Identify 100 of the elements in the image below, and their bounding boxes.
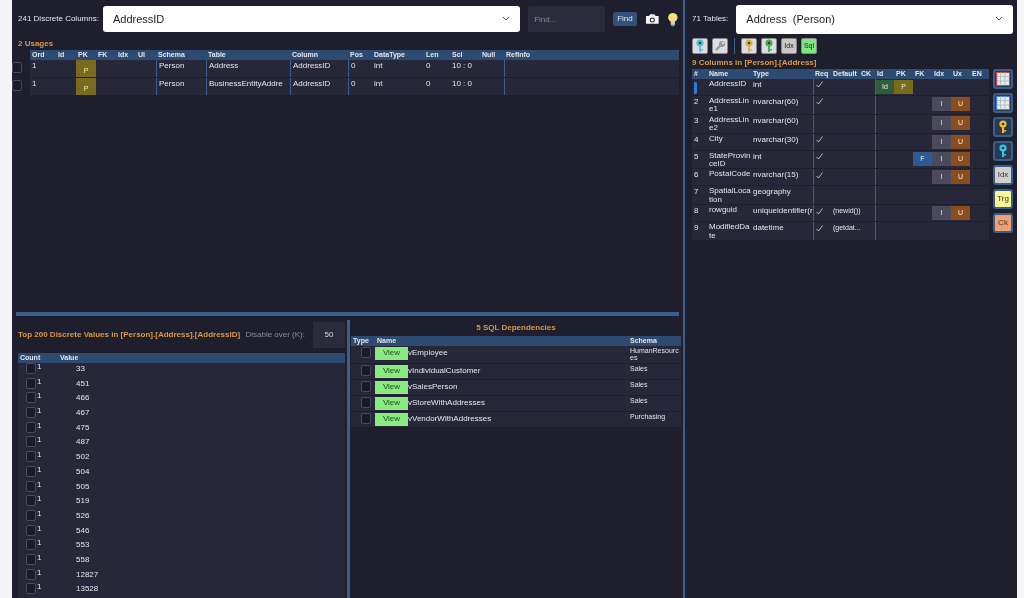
table-cell: uniqueidentifier(r [753, 206, 813, 216]
type-badge: View [375, 381, 408, 395]
table-cell: 10 : 0 [452, 79, 472, 89]
table-cell: nvarchar(60) [753, 115, 799, 125]
table-cell: nvarchar(15) [753, 170, 799, 180]
table-cell: 1 [32, 79, 37, 89]
table-cell: 1 [37, 568, 42, 578]
table-cell: AddressLine2 [709, 114, 750, 133]
disable-label: Disable over (K): [245, 328, 305, 341]
table-cell-text: vIndividualCustomer [408, 365, 481, 378]
table-cell: 1 [37, 524, 42, 534]
table-cell: 1 [37, 495, 42, 504]
table-cell: 1 [37, 436, 42, 446]
tables-label: 71 Tables: [692, 13, 729, 25]
table-cell: 1 [32, 61, 37, 71]
table-cell: Person [159, 79, 185, 89]
table-cell: 526 [76, 510, 90, 520]
type-badge: View [375, 397, 408, 411]
type-badge: View [375, 413, 408, 427]
table-cell: nvarchar(60) [753, 97, 799, 107]
table-cell: Address [209, 61, 239, 71]
table-cell: int [753, 151, 762, 161]
side-button[interactable]: Idx [993, 165, 1013, 185]
table-cell: AddressID [293, 61, 331, 71]
table-cell: 1 [37, 363, 42, 372]
table-cell-text: vEmployee [408, 347, 448, 360]
table-cell: 2 [694, 97, 699, 107]
table-dropdown[interactable]: Address (Person) [736, 4, 1013, 34]
table-cell: AddressLine1 [709, 96, 750, 114]
table-cell: 467 [76, 408, 90, 418]
table-cell: nvarchar(30) [753, 134, 799, 144]
table-cell: rowguid [709, 205, 737, 215]
table-cell-text: vStoreWithAddresses [408, 397, 485, 410]
table-cell: City [709, 133, 723, 143]
table-cell: int [753, 80, 762, 90]
table-cell: 1 [37, 407, 42, 416]
type-badge: View [375, 365, 408, 379]
column-dropdown[interactable]: AddressID [102, 6, 521, 32]
table-cell: AddressID [709, 79, 747, 89]
table-cell: 9 [694, 223, 699, 233]
table-cell: ModifiedDate [709, 222, 750, 240]
table-cell: int [374, 61, 383, 71]
section-title: 9 Columns in [Person].[Address] [692, 57, 818, 69]
table-cell: datetime [753, 223, 784, 233]
table-cell: 466 [76, 393, 90, 403]
table-cell-text: vVendorWithAddresses [408, 413, 492, 426]
table-cell: 475 [76, 422, 90, 432]
table-cell: 1 [37, 509, 42, 519]
table-cell: 504 [76, 466, 90, 476]
table-cell: 4 [694, 134, 699, 144]
table-cell: 519 [76, 496, 90, 506]
table-cell: 451 [76, 378, 90, 388]
table-cell: 0 [351, 79, 356, 89]
table-cell: geography [753, 187, 791, 197]
table-cell: 0 [426, 79, 431, 89]
table-cell: 6 [694, 170, 699, 180]
table-cell: AddressID [293, 79, 331, 89]
table-cell: 1 [37, 421, 42, 431]
table-cell: 505 [76, 481, 90, 491]
table-cell: SpatialLocation [709, 186, 751, 204]
table-cell: 1 [37, 377, 42, 387]
table-cell: 13528 [76, 584, 99, 594]
side-button[interactable]: Trg [993, 189, 1013, 209]
section-title: 2 Usages [18, 38, 55, 50]
find-field[interactable]: Find... [528, 6, 606, 32]
type-badge: View [375, 347, 408, 361]
table-cell: 1 [37, 553, 42, 563]
columns-label: 241 Discrete Columns: [18, 13, 99, 25]
table-cell: int [374, 79, 383, 89]
table-cell: 558 [76, 554, 90, 564]
table-cell: 8 [694, 206, 699, 216]
table-cell: 502 [76, 452, 90, 462]
table-cell: 1 [37, 583, 42, 593]
table-row[interactable]: 7 SpatialLocation geography [692, 186, 989, 206]
table-cell: 0 [426, 61, 431, 71]
table-cell: PostalCode [709, 169, 751, 179]
table-cell: 7 [694, 187, 699, 197]
table-cell: 1 [37, 465, 42, 475]
table-cell: 1 [37, 480, 42, 490]
threshold-field[interactable]: 50 [313, 321, 345, 348]
table-cell: 33 [76, 364, 85, 373]
table-cell: BusinessEntityAddre [209, 79, 283, 89]
table-cell: 487 [76, 437, 90, 447]
table-cell: StateProvinceID [709, 150, 751, 168]
table-cell: 1 [37, 392, 42, 402]
table-cell: 12827 [76, 569, 99, 579]
section-title: 5 SQL Dependencies [475, 322, 557, 334]
table-cell: 1 [37, 539, 42, 549]
section-title: Top 200 Discrete Values in [Person].[Address].[AddressID] [18, 328, 241, 341]
table-cell: 5 [694, 151, 699, 161]
side-button[interactable]: Ck [993, 213, 1013, 233]
table-cell: 546 [76, 525, 90, 535]
find-button[interactable]: Find [613, 12, 637, 26]
table-cell-text: vSalesPerson [408, 381, 458, 394]
table-cell: 3 [694, 115, 699, 125]
table-cell: Person [159, 61, 185, 71]
table-cell: 0 [351, 61, 356, 71]
table-cell: 553 [76, 540, 90, 550]
table-cell: 10 : 0 [452, 61, 472, 71]
table-cell: 1 [37, 451, 42, 460]
